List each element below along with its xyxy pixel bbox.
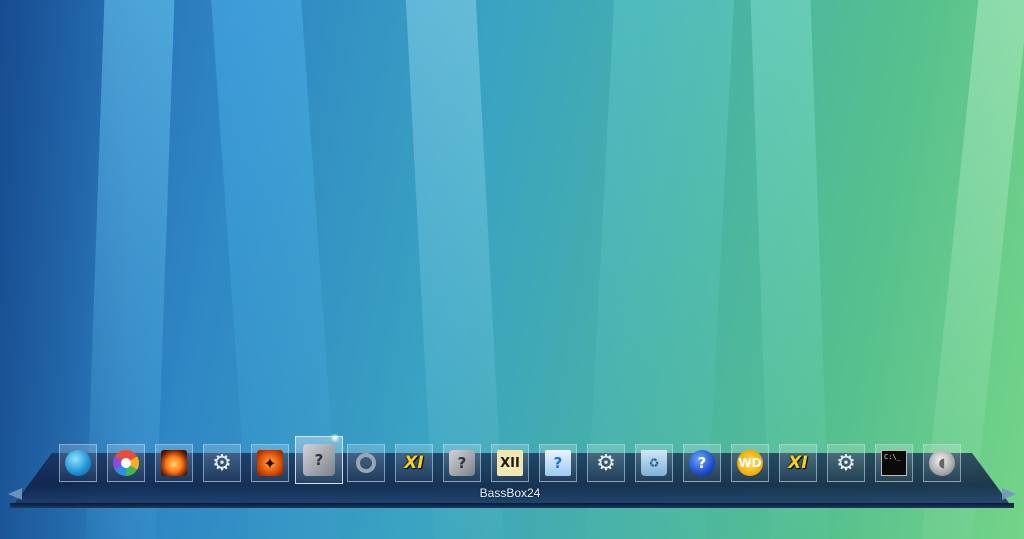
dock-item-command-prompt[interactable]: C:\_	[875, 444, 913, 482]
dock-item-orange-app[interactable]: ✦	[251, 444, 289, 482]
orange-app-icon: ✦	[257, 450, 283, 476]
dock-item-gear-2[interactable]: ⚙	[587, 444, 625, 482]
speaker-icon: ◖	[929, 450, 955, 476]
dock-item-speaker[interactable]: ◖	[923, 444, 961, 482]
dock-item-fire[interactable]	[155, 444, 193, 482]
dock-hover-label: BassBox24	[479, 486, 541, 500]
wd-icon: WD	[737, 450, 763, 476]
xi-icon: XI	[788, 453, 808, 473]
gear-icon: ⚙	[212, 450, 232, 476]
gear-icon: ⚙	[596, 450, 616, 476]
dock-item-xi-1[interactable]: XI	[395, 444, 433, 482]
recycle-bin-icon: ♻	[641, 450, 667, 476]
gear-icon: ⚙	[836, 450, 856, 476]
xi-icon: XI	[404, 453, 424, 473]
dock-item-box-2[interactable]: ?	[443, 444, 481, 482]
dock-item-wd[interactable]: WD	[731, 444, 769, 482]
command-prompt-icon: C:\_	[881, 450, 907, 476]
dock-item-gear-3[interactable]: ⚙	[827, 444, 865, 482]
xii-icon: XII	[497, 450, 523, 476]
dock-item-circular-arrow[interactable]	[347, 444, 385, 482]
dock-item-xii[interactable]: XII	[491, 444, 529, 482]
unknown-box-icon: ?	[303, 444, 335, 476]
dock-item-picasa[interactable]	[107, 444, 145, 482]
picasa-icon	[113, 450, 139, 476]
dock-item-gear-1[interactable]: ⚙	[203, 444, 241, 482]
fire-icon	[161, 450, 187, 476]
dock-item-help-document[interactable]: ?	[539, 444, 577, 482]
dock-item-help[interactable]: ?	[683, 444, 721, 482]
help-document-icon: ?	[545, 450, 571, 476]
circular-arrow-icon	[353, 450, 379, 476]
dock: ⚙ ✦ ? XI ? XII ? ⚙ ♻ ? WD XI ⚙ C:\_ ◖	[0, 0, 1024, 539]
unknown-box-icon: ?	[449, 450, 475, 476]
refresh-icon	[65, 450, 91, 476]
dock-item-bassbox24[interactable]: ?	[295, 436, 343, 484]
dock-item-xi-2[interactable]: XI	[779, 444, 817, 482]
dock-item-refresh[interactable]	[59, 444, 97, 482]
dock-item-recycle-bin[interactable]: ♻	[635, 444, 673, 482]
help-icon: ?	[689, 450, 715, 476]
hover-sparkle	[330, 433, 340, 443]
